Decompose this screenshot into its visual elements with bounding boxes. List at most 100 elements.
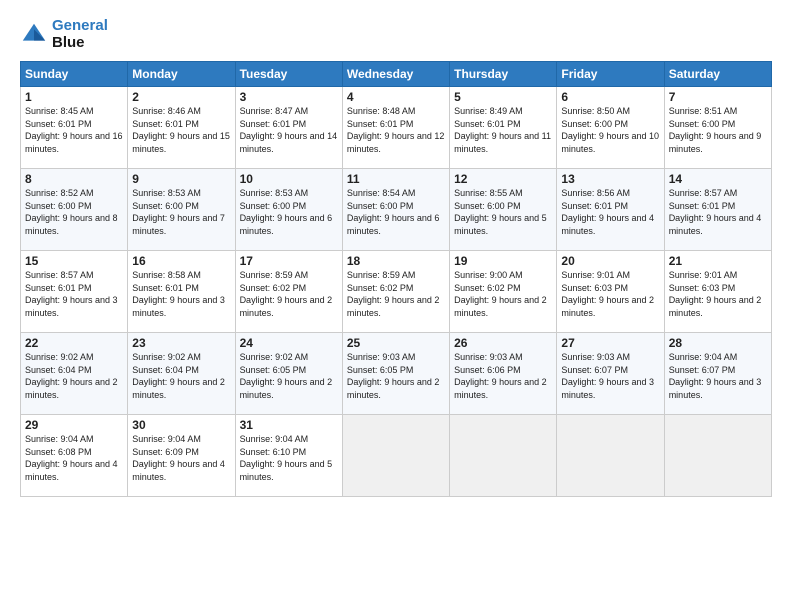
day-info: Sunrise: 9:04 AMSunset: 6:07 PMDaylight:… xyxy=(669,352,762,400)
day-info: Sunrise: 8:49 AMSunset: 6:01 PMDaylight:… xyxy=(454,106,551,154)
day-info: Sunrise: 9:02 AMSunset: 6:05 PMDaylight:… xyxy=(240,352,333,400)
day-number: 15 xyxy=(25,254,123,268)
day-info: Sunrise: 8:47 AMSunset: 6:01 PMDaylight:… xyxy=(240,106,338,154)
day-info: Sunrise: 8:56 AMSunset: 6:01 PMDaylight:… xyxy=(561,188,654,236)
col-header-sunday: Sunday xyxy=(21,62,128,87)
day-number: 16 xyxy=(132,254,230,268)
calendar-cell: 30 Sunrise: 9:04 AMSunset: 6:09 PMDaylig… xyxy=(128,415,235,497)
day-info: Sunrise: 8:53 AMSunset: 6:00 PMDaylight:… xyxy=(240,188,333,236)
calendar-cell: 5 Sunrise: 8:49 AMSunset: 6:01 PMDayligh… xyxy=(450,87,557,169)
day-number: 6 xyxy=(561,90,659,104)
calendar-cell: 25 Sunrise: 9:03 AMSunset: 6:05 PMDaylig… xyxy=(342,333,449,415)
calendar-cell: 1 Sunrise: 8:45 AMSunset: 6:01 PMDayligh… xyxy=(21,87,128,169)
day-number: 4 xyxy=(347,90,445,104)
calendar-cell: 14 Sunrise: 8:57 AMSunset: 6:01 PMDaylig… xyxy=(664,169,771,251)
day-number: 10 xyxy=(240,172,338,186)
col-header-wednesday: Wednesday xyxy=(342,62,449,87)
calendar-table: SundayMondayTuesdayWednesdayThursdayFrid… xyxy=(20,61,772,497)
day-number: 13 xyxy=(561,172,659,186)
day-info: Sunrise: 9:03 AMSunset: 6:05 PMDaylight:… xyxy=(347,352,440,400)
calendar-week-row: 1 Sunrise: 8:45 AMSunset: 6:01 PMDayligh… xyxy=(21,87,772,169)
page: General Blue SundayMondayTuesdayWednesda… xyxy=(0,0,792,612)
day-info: Sunrise: 8:50 AMSunset: 6:00 PMDaylight:… xyxy=(561,106,659,154)
day-info: Sunrise: 8:54 AMSunset: 6:00 PMDaylight:… xyxy=(347,188,440,236)
day-number: 31 xyxy=(240,418,338,432)
day-number: 19 xyxy=(454,254,552,268)
calendar-cell: 22 Sunrise: 9:02 AMSunset: 6:04 PMDaylig… xyxy=(21,333,128,415)
calendar-cell: 15 Sunrise: 8:57 AMSunset: 6:01 PMDaylig… xyxy=(21,251,128,333)
day-info: Sunrise: 9:03 AMSunset: 6:07 PMDaylight:… xyxy=(561,352,654,400)
day-info: Sunrise: 8:57 AMSunset: 6:01 PMDaylight:… xyxy=(25,270,118,318)
day-number: 24 xyxy=(240,336,338,350)
day-number: 14 xyxy=(669,172,767,186)
day-info: Sunrise: 8:59 AMSunset: 6:02 PMDaylight:… xyxy=(347,270,440,318)
day-number: 11 xyxy=(347,172,445,186)
day-info: Sunrise: 8:48 AMSunset: 6:01 PMDaylight:… xyxy=(347,106,445,154)
day-number: 7 xyxy=(669,90,767,104)
calendar-cell: 9 Sunrise: 8:53 AMSunset: 6:00 PMDayligh… xyxy=(128,169,235,251)
col-header-monday: Monday xyxy=(128,62,235,87)
day-number: 8 xyxy=(25,172,123,186)
day-number: 29 xyxy=(25,418,123,432)
calendar-week-row: 29 Sunrise: 9:04 AMSunset: 6:08 PMDaylig… xyxy=(21,415,772,497)
calendar-cell: 7 Sunrise: 8:51 AMSunset: 6:00 PMDayligh… xyxy=(664,87,771,169)
calendar-cell: 24 Sunrise: 9:02 AMSunset: 6:05 PMDaylig… xyxy=(235,333,342,415)
day-number: 9 xyxy=(132,172,230,186)
day-info: Sunrise: 9:04 AMSunset: 6:10 PMDaylight:… xyxy=(240,434,333,482)
calendar-cell: 12 Sunrise: 8:55 AMSunset: 6:00 PMDaylig… xyxy=(450,169,557,251)
logo-text: General Blue xyxy=(52,18,108,51)
day-info: Sunrise: 9:02 AMSunset: 6:04 PMDaylight:… xyxy=(25,352,118,400)
day-number: 2 xyxy=(132,90,230,104)
day-number: 26 xyxy=(454,336,552,350)
day-info: Sunrise: 9:03 AMSunset: 6:06 PMDaylight:… xyxy=(454,352,547,400)
day-info: Sunrise: 8:59 AMSunset: 6:02 PMDaylight:… xyxy=(240,270,333,318)
calendar-cell: 3 Sunrise: 8:47 AMSunset: 6:01 PMDayligh… xyxy=(235,87,342,169)
calendar-cell: 11 Sunrise: 8:54 AMSunset: 6:00 PMDaylig… xyxy=(342,169,449,251)
calendar-cell: 20 Sunrise: 9:01 AMSunset: 6:03 PMDaylig… xyxy=(557,251,664,333)
calendar-cell: 21 Sunrise: 9:01 AMSunset: 6:03 PMDaylig… xyxy=(664,251,771,333)
calendar-week-row: 22 Sunrise: 9:02 AMSunset: 6:04 PMDaylig… xyxy=(21,333,772,415)
col-header-friday: Friday xyxy=(557,62,664,87)
calendar-cell: 17 Sunrise: 8:59 AMSunset: 6:02 PMDaylig… xyxy=(235,251,342,333)
day-info: Sunrise: 9:01 AMSunset: 6:03 PMDaylight:… xyxy=(561,270,654,318)
day-number: 18 xyxy=(347,254,445,268)
day-info: Sunrise: 9:04 AMSunset: 6:09 PMDaylight:… xyxy=(132,434,225,482)
calendar-week-row: 15 Sunrise: 8:57 AMSunset: 6:01 PMDaylig… xyxy=(21,251,772,333)
day-info: Sunrise: 8:55 AMSunset: 6:00 PMDaylight:… xyxy=(454,188,547,236)
calendar-cell: 13 Sunrise: 8:56 AMSunset: 6:01 PMDaylig… xyxy=(557,169,664,251)
calendar-cell: 23 Sunrise: 9:02 AMSunset: 6:04 PMDaylig… xyxy=(128,333,235,415)
day-info: Sunrise: 8:45 AMSunset: 6:01 PMDaylight:… xyxy=(25,106,123,154)
calendar-cell: 27 Sunrise: 9:03 AMSunset: 6:07 PMDaylig… xyxy=(557,333,664,415)
day-info: Sunrise: 8:51 AMSunset: 6:00 PMDaylight:… xyxy=(669,106,762,154)
day-number: 21 xyxy=(669,254,767,268)
day-info: Sunrise: 9:02 AMSunset: 6:04 PMDaylight:… xyxy=(132,352,225,400)
calendar-cell: 31 Sunrise: 9:04 AMSunset: 6:10 PMDaylig… xyxy=(235,415,342,497)
day-info: Sunrise: 9:01 AMSunset: 6:03 PMDaylight:… xyxy=(669,270,762,318)
calendar-cell xyxy=(450,415,557,497)
calendar-cell: 18 Sunrise: 8:59 AMSunset: 6:02 PMDaylig… xyxy=(342,251,449,333)
header: General Blue xyxy=(20,18,772,51)
calendar-week-row: 8 Sunrise: 8:52 AMSunset: 6:00 PMDayligh… xyxy=(21,169,772,251)
calendar-cell: 8 Sunrise: 8:52 AMSunset: 6:00 PMDayligh… xyxy=(21,169,128,251)
day-number: 12 xyxy=(454,172,552,186)
calendar-cell xyxy=(664,415,771,497)
day-info: Sunrise: 8:53 AMSunset: 6:00 PMDaylight:… xyxy=(132,188,225,236)
day-info: Sunrise: 8:58 AMSunset: 6:01 PMDaylight:… xyxy=(132,270,225,318)
day-number: 20 xyxy=(561,254,659,268)
calendar-cell: 10 Sunrise: 8:53 AMSunset: 6:00 PMDaylig… xyxy=(235,169,342,251)
calendar-cell xyxy=(342,415,449,497)
day-info: Sunrise: 8:52 AMSunset: 6:00 PMDaylight:… xyxy=(25,188,118,236)
calendar-cell: 16 Sunrise: 8:58 AMSunset: 6:01 PMDaylig… xyxy=(128,251,235,333)
logo: General Blue xyxy=(20,18,108,51)
day-info: Sunrise: 9:00 AMSunset: 6:02 PMDaylight:… xyxy=(454,270,547,318)
calendar-cell: 29 Sunrise: 9:04 AMSunset: 6:08 PMDaylig… xyxy=(21,415,128,497)
calendar-cell: 2 Sunrise: 8:46 AMSunset: 6:01 PMDayligh… xyxy=(128,87,235,169)
calendar-cell xyxy=(557,415,664,497)
calendar-cell: 26 Sunrise: 9:03 AMSunset: 6:06 PMDaylig… xyxy=(450,333,557,415)
day-number: 28 xyxy=(669,336,767,350)
day-info: Sunrise: 8:57 AMSunset: 6:01 PMDaylight:… xyxy=(669,188,762,236)
day-number: 22 xyxy=(25,336,123,350)
day-number: 23 xyxy=(132,336,230,350)
calendar-header-row: SundayMondayTuesdayWednesdayThursdayFrid… xyxy=(21,62,772,87)
day-number: 17 xyxy=(240,254,338,268)
